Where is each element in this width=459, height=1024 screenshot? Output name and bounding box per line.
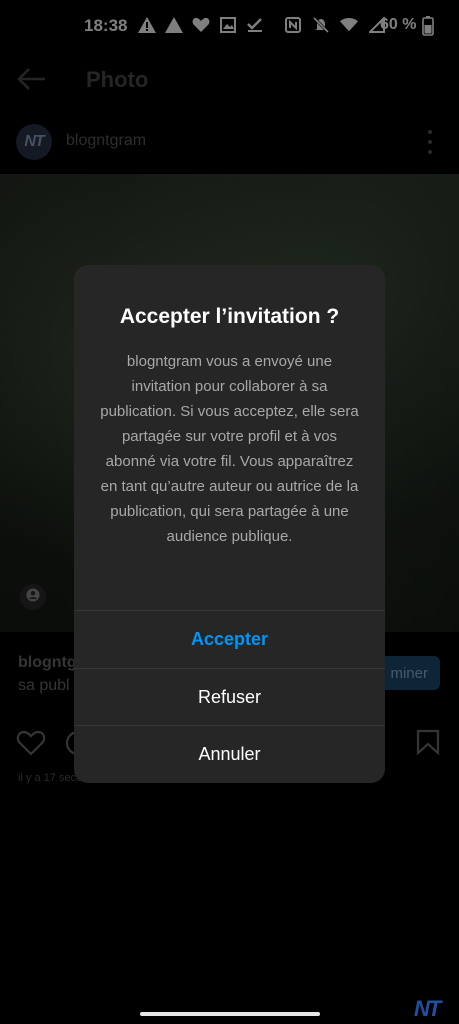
cancel-button[interactable]: Annuler bbox=[74, 725, 385, 783]
watermark-logo: NT bbox=[414, 996, 441, 1021]
dialog-title: Accepter l’invitation ? bbox=[119, 305, 340, 328]
home-indicator[interactable] bbox=[140, 1012, 320, 1016]
accept-button[interactable]: Accepter bbox=[74, 610, 385, 668]
dialog-message: blogntgram vous a envoyé une invitation … bbox=[100, 353, 359, 545]
refuse-button[interactable]: Refuser bbox=[74, 668, 385, 726]
invitation-dialog: Accepter l’invitation ? blogntgram vous … bbox=[74, 265, 385, 783]
